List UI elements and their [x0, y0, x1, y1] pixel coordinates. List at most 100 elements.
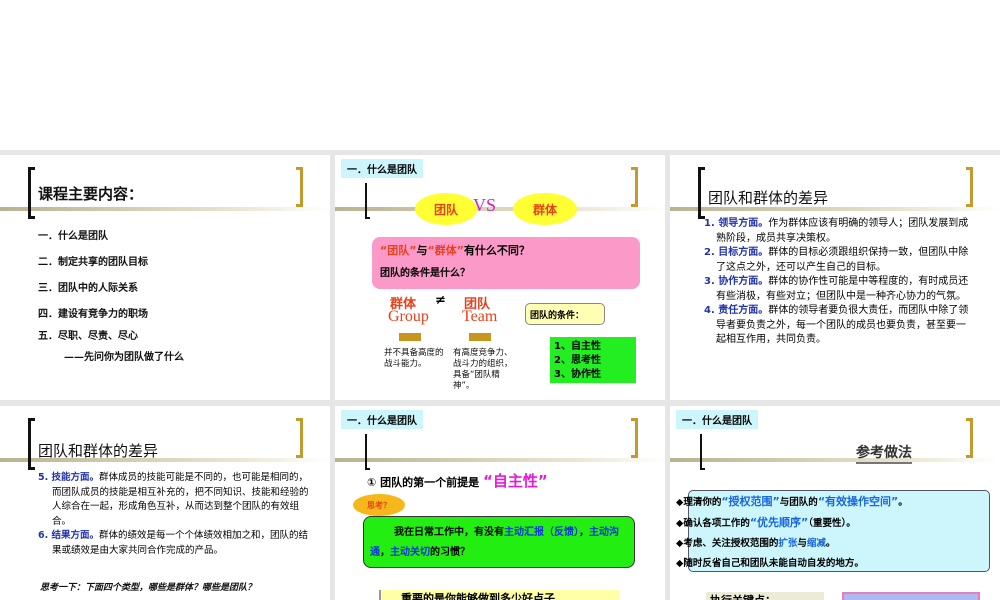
q-and: 与 [416, 244, 428, 257]
q-text: 我在日常工作中，有没有 [394, 527, 504, 538]
reference-heading: 参考做法 [856, 442, 912, 464]
agenda-item: 二．制定共享的团队目标 [38, 257, 148, 268]
premise-label: ① 团队的第一个前提是 [367, 476, 480, 489]
section-tag: 一．什么是团队 [676, 410, 758, 429]
q-text: ， [380, 547, 390, 558]
arrow-down-icon [469, 333, 491, 341]
not-equal: ≠ [435, 293, 446, 308]
bullet-item: ◆考虑、关注授权范围的扩张与缩减。 [676, 538, 836, 549]
list-item: 2. 目标方面。群体的目标必须跟组织保持一致，但团队中除了这点之外，还可以产生自… [704, 246, 972, 275]
item-head: 5. 技能方面。 [38, 472, 100, 483]
q-rest: 有什么不同？ [463, 244, 530, 257]
divider-line [335, 458, 665, 462]
item-head: 3. 协作方面。 [704, 276, 769, 287]
section-tag: 一．什么是团队 [341, 159, 423, 178]
cloud-team: 团队 [415, 193, 477, 225]
bullet-text: 确认各项工作的 [683, 518, 750, 529]
difference-list: 5. 技能方面。群体成员的技能可能是不同的，也可能是相同的，而团队成员的技能是相… [38, 471, 310, 558]
agenda-item: 三．团队中的人际关系 [38, 283, 138, 294]
bullet-item: ◆理清你的“授权范围”与团队的“有效操作空间”。 [676, 495, 908, 508]
bullet-text: 随时反省自己和团队未能自动自发的地方。 [683, 558, 864, 569]
arrow-down-icon [399, 333, 421, 341]
item-head: 6. 结果方面。 [38, 530, 100, 541]
q-group: “群体” [427, 244, 464, 257]
divider-line [335, 207, 665, 211]
cloud-group: 群体 [513, 193, 577, 225]
vs-label: VS [473, 195, 497, 215]
agenda-item: 五．尽职、尽责、尽心 [38, 331, 138, 342]
q-team: “团队” [380, 244, 417, 257]
right-bracket [966, 418, 973, 458]
bullet-list: ◆理清你的“授权范围”与团队的“有效操作空间”。 ◆确认各项工作的“优先顺序”（… [676, 492, 1000, 574]
premise-highlight: “自主性” [483, 472, 548, 490]
agenda-item: 四．建设有竞争力的职场 [38, 309, 148, 320]
bullet-item: ◆确认各项工作的“优先顺序”（重要性）。 [676, 516, 856, 529]
right-bracket [631, 167, 638, 207]
condition-item: 1、自主性 [554, 341, 601, 352]
right-bracket [296, 167, 303, 207]
bullet-text: 与 [797, 538, 807, 549]
conditions-list: 1、自主性 2、思考性 3、协作性 [550, 337, 636, 383]
left-bracket [28, 167, 35, 219]
slide-title: 课程主要内容： [38, 185, 144, 203]
premise-text: ① 团队的第一个前提是 “自主性” [367, 470, 548, 491]
q-conditions: 团队的条件是什么？ [380, 268, 470, 279]
left-bracket [365, 183, 370, 219]
pink-box [842, 592, 980, 600]
bullet-text: 考虑、关注授权范围的 [683, 538, 779, 549]
q-highlight: 主动汇报（反馈） [504, 527, 579, 538]
bottom-note: 重要的是你能够做到多少好点子 [379, 590, 619, 600]
q-text: 的习惯？ [430, 547, 470, 558]
condition-item: 3、协作性 [554, 369, 601, 380]
bullet-highlight: “优先顺序” [749, 516, 809, 529]
divider-line [670, 458, 1000, 462]
key-points-label: 执行关键点： [706, 592, 824, 600]
difference-list: 1. 领导方面。作为群体应该有明确的领导人；团队发展到成熟阶段，成员共享决策权。… [704, 217, 972, 348]
bullet-highlight: 扩张 [778, 538, 798, 549]
item-head: 4. 责任方面。 [704, 305, 769, 316]
bullet-text: 。 [898, 497, 908, 508]
right-bracket [966, 167, 973, 207]
item-head: 1. 领导方面。 [704, 218, 769, 229]
think-bubble: 思考？ [353, 494, 405, 516]
right-bracket [631, 418, 638, 458]
list-item: 4. 责任方面。群体的领导者要负很大责任，而团队中除了领导者要负责之外，每一个团… [704, 304, 972, 348]
left-bracket [365, 434, 370, 470]
group-description: 并不具备高度的战斗能力。 [384, 348, 444, 369]
bullet-highlight: “授权范围” [721, 495, 780, 508]
bullet-text: （重要性）。 [808, 518, 856, 529]
list-item: 3. 协作方面。群体的协作性可能是中等程度的，有时成员还有些消极，有些对立；但团… [704, 275, 972, 304]
q-highlight: 主动关切 [390, 547, 430, 558]
slide-4-thumbnail[interactable]: 团队和群体的差异 5. 技能方面。群体成员的技能可能是不同的，也可能是相同的，而… [0, 406, 330, 600]
team-description: 有高度竞争力、战斗力的组织，具备“团队精神”。 [453, 348, 513, 391]
slide-title: 团队和群体的差异 [38, 442, 159, 460]
group-en: Group [388, 308, 429, 325]
slide-2-thumbnail[interactable]: 一．什么是团队 团队 VS 群体 “团队”与“群体”有什么不同？ 团队的条件是什… [335, 155, 665, 400]
section-tag: 一．什么是团队 [341, 410, 423, 429]
agenda-item: ——先问你为团队做了什么 [64, 352, 184, 363]
bullet-text: 与团队的 [779, 497, 818, 508]
question-box: “团队”与“群体”有什么不同？ 团队的条件是什么？ [372, 237, 640, 289]
think-prompt: 思考一下：下面四个类型，哪些是群体？哪些是团队？ [40, 583, 257, 593]
left-bracket [28, 418, 35, 470]
reflection-box: 我在日常工作中，有没有主动汇报（反馈），主动沟通，主动关切的习惯？ [363, 516, 635, 568]
slide-3-thumbnail[interactable]: 团队和群体的差异 1. 领导方面。作为群体应该有明确的领导人；团队发展到成熟阶段… [670, 155, 1000, 400]
divider-line [0, 207, 330, 211]
bullet-highlight: “有效操作空间” [817, 495, 899, 508]
bullet-highlight: 缩减 [806, 538, 826, 549]
list-item: 1. 领导方面。作为群体应该有明确的领导人；团队发展到成熟阶段，成员共享决策权。 [704, 217, 972, 246]
q-text: ， [579, 527, 589, 538]
left-bracket [700, 434, 705, 470]
list-item: 6. 结果方面。群体的绩效是每一个个体绩效相加之和，团队的结果或绩效是由大家共同… [38, 529, 310, 558]
bullet-text: 理清你的 [683, 497, 722, 508]
list-item: 5. 技能方面。群体成员的技能可能是不同的，也可能是相同的，而团队成员的技能是相… [38, 471, 310, 529]
team-en: Team [462, 308, 498, 325]
agenda-item: 一．什么是团队 [38, 231, 108, 242]
conditions-callout: 团队的条件： [525, 303, 605, 325]
slide-1-thumbnail[interactable]: 课程主要内容： 一．什么是团队 二．制定共享的团队目标 三．团队中的人际关系 四… [0, 155, 330, 400]
left-bracket [698, 167, 705, 219]
bullet-text: 。 [825, 538, 836, 549]
item-head: 2. 目标方面。 [704, 247, 769, 258]
slide-6-thumbnail[interactable]: 一．什么是团队 参考做法 ◆理清你的“授权范围”与团队的“有效操作空间”。 ◆确… [670, 406, 1000, 600]
slide-5-thumbnail[interactable]: 一．什么是团队 ① 团队的第一个前提是 “自主性” 思考？ 我在日常工作中，有没… [335, 406, 665, 600]
